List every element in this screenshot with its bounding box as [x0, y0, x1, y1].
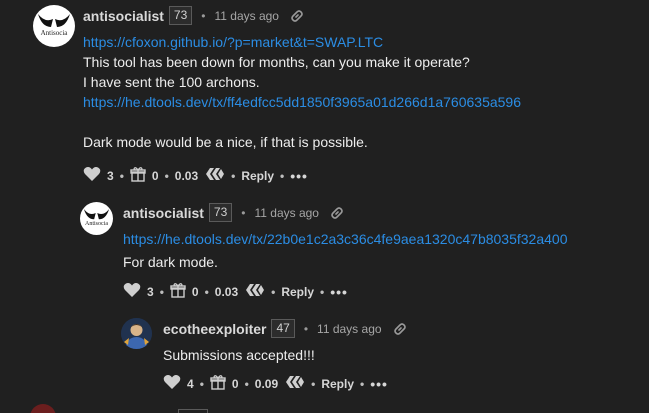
body-link[interactable]: https://he.dtools.dev/tx/22b0e1c2a3c36c4…	[123, 231, 567, 247]
gift-count: 0	[231, 376, 239, 391]
body-text: I have sent the 100 archons.	[83, 74, 260, 90]
timestamp[interactable]: 11 days ago	[254, 206, 319, 220]
author-name[interactable]: antisocialist	[123, 205, 204, 221]
author-name[interactable]: antisocialist	[83, 8, 164, 24]
comment-body: Submissions accepted!!!	[163, 345, 315, 365]
gift-icon[interactable]	[170, 282, 186, 301]
avatar-text: Antisocia	[85, 221, 108, 227]
antisocialist-avatar-icon	[83, 209, 110, 220]
vote-count[interactable]: 3	[147, 285, 154, 299]
gift-count: 0	[151, 168, 159, 183]
reputation-badge: 73	[208, 203, 233, 222]
payout-value[interactable]: 0.03	[215, 285, 238, 299]
reputation-badge: 47	[271, 319, 295, 338]
reply-button[interactable]: Reply	[321, 377, 354, 391]
heart-icon[interactable]	[163, 374, 181, 393]
gift-icon[interactable]	[210, 374, 226, 393]
gift-count: 0	[191, 284, 199, 299]
avatar-text: Antisocia	[40, 29, 68, 37]
link-icon[interactable]	[330, 206, 344, 220]
vote-count[interactable]: 4	[187, 377, 194, 391]
avatar[interactable]: Antisocia	[80, 202, 113, 235]
reply-button[interactable]: Reply	[281, 285, 314, 299]
reputation-badge: 73	[168, 6, 193, 25]
timestamp[interactable]: 11 days ago	[214, 9, 279, 23]
hive-icon[interactable]	[205, 167, 225, 184]
author-name[interactable]: ecotheexploiter	[163, 321, 266, 337]
comment-body: https://cfoxon.github.io/?p=market&t=SWA…	[83, 32, 521, 152]
ecotheexploiter-avatar-icon	[121, 318, 152, 349]
separator-dot: •	[241, 205, 246, 220]
antisocialist-avatar-icon	[38, 14, 70, 27]
avatar[interactable]	[121, 318, 152, 349]
next-comment-badge	[178, 409, 208, 413]
comment-header: antisocialist 73 • 11 days ago	[83, 6, 304, 25]
separator-dot: •	[303, 321, 309, 336]
link-icon[interactable]	[290, 9, 304, 23]
hive-icon[interactable]	[285, 375, 305, 392]
vote-count[interactable]: 3	[107, 169, 114, 183]
comment-body: https://he.dtools.dev/tx/22b0e1c2a3c36c4…	[123, 229, 567, 272]
heart-icon[interactable]	[83, 166, 101, 185]
body-text: This tool has been down for months, can …	[83, 54, 470, 70]
next-comment-avatar[interactable]	[30, 404, 56, 413]
link-icon[interactable]	[393, 322, 407, 336]
more-options-button[interactable]: •••	[290, 168, 308, 184]
comment-header: antisocialist 73 • 11 days ago	[123, 203, 344, 222]
reply-button[interactable]: Reply	[241, 169, 274, 183]
avatar[interactable]: Antisocia	[33, 5, 75, 47]
body-text: Dark mode would be a nice, if that is po…	[83, 134, 368, 150]
comment-actions: 3 • 0 • 0.03 • Reply • •••	[83, 166, 308, 185]
body-text: For dark mode.	[123, 254, 218, 270]
comment-header: ecotheexploiter 47 • 11 days ago	[163, 319, 407, 338]
more-options-button[interactable]: •••	[370, 376, 388, 392]
gift-icon[interactable]	[130, 166, 146, 185]
comment-actions: 3 • 0 • 0.03 • Reply • •••	[123, 282, 348, 301]
payout-value[interactable]: 0.03	[175, 169, 198, 183]
timestamp[interactable]: 11 days ago	[317, 322, 382, 336]
more-options-button[interactable]: •••	[330, 284, 348, 300]
body-text: Submissions accepted!!!	[163, 347, 315, 363]
body-link[interactable]: https://cfoxon.github.io/?p=market&t=SWA…	[83, 34, 383, 50]
payout-value[interactable]: 0.09	[255, 377, 278, 391]
comment-actions: 4 • 0 • 0.09 • Reply • •••	[163, 374, 388, 393]
body-link[interactable]: https://he.dtools.dev/tx/ff4edfcc5dd1850…	[83, 94, 521, 110]
comment-thread: Antisocia antisocialist 73 • 11 days ago…	[0, 0, 649, 413]
heart-icon[interactable]	[123, 282, 141, 301]
separator-dot: •	[201, 8, 206, 23]
hive-icon[interactable]	[245, 283, 265, 300]
